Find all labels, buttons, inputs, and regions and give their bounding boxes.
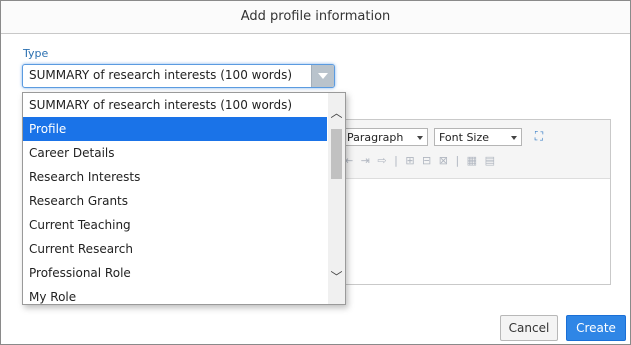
dropdown-option[interactable]: Career Details	[23, 141, 327, 165]
dropdown-option[interactable]: My Role	[23, 285, 327, 304]
type-dropdown-list[interactable]: SUMMARY of research interests (100 words…	[22, 92, 346, 305]
format-select-value: Paragraph	[347, 131, 404, 144]
chevron-up-icon[interactable]: ︿	[328, 105, 345, 122]
dropdown-option-highlighted[interactable]: Profile	[23, 117, 327, 141]
fullscreen-icon[interactable]: ⛶	[532, 129, 546, 143]
chevron-down-icon[interactable]: ﹀	[328, 269, 345, 286]
chevron-down-icon[interactable]	[311, 65, 334, 87]
dropdown-option[interactable]: Current Research	[23, 237, 327, 261]
type-label: Type	[23, 47, 49, 60]
chevron-down-icon	[511, 136, 517, 140]
dropdown-option[interactable]: Current Teaching	[23, 213, 327, 237]
type-select-value: SUMMARY of research interests (100 words…	[29, 68, 293, 82]
table-tools-icons: ⇤ ⇥ ⇨ | ⊞ ⊟ ⊠ | ▦ ▤	[344, 154, 497, 167]
dropdown-option[interactable]: Research Interests	[23, 165, 327, 189]
font-size-select[interactable]: Font Size	[434, 128, 522, 146]
format-select[interactable]: Paragraph	[342, 128, 428, 146]
dialog-title: Add profile information	[1, 1, 630, 34]
font-size-select-value: Font Size	[439, 131, 490, 144]
dropdown-option[interactable]: Research Grants	[23, 189, 327, 213]
dropdown-scrollbar[interactable]: ︿ ﹀	[328, 93, 345, 304]
cancel-button[interactable]: Cancel	[500, 315, 558, 341]
create-button[interactable]: Create	[566, 315, 626, 341]
dropdown-option[interactable]: SUMMARY of research interests (100 words…	[23, 93, 327, 117]
type-select[interactable]: SUMMARY of research interests (100 words…	[22, 64, 335, 88]
scrollbar-thumb[interactable]	[331, 129, 342, 179]
chevron-down-icon	[417, 136, 423, 140]
add-profile-dialog: Add profile information Type SUMMARY of …	[0, 0, 631, 345]
dropdown-option[interactable]: Professional Role	[23, 261, 327, 285]
